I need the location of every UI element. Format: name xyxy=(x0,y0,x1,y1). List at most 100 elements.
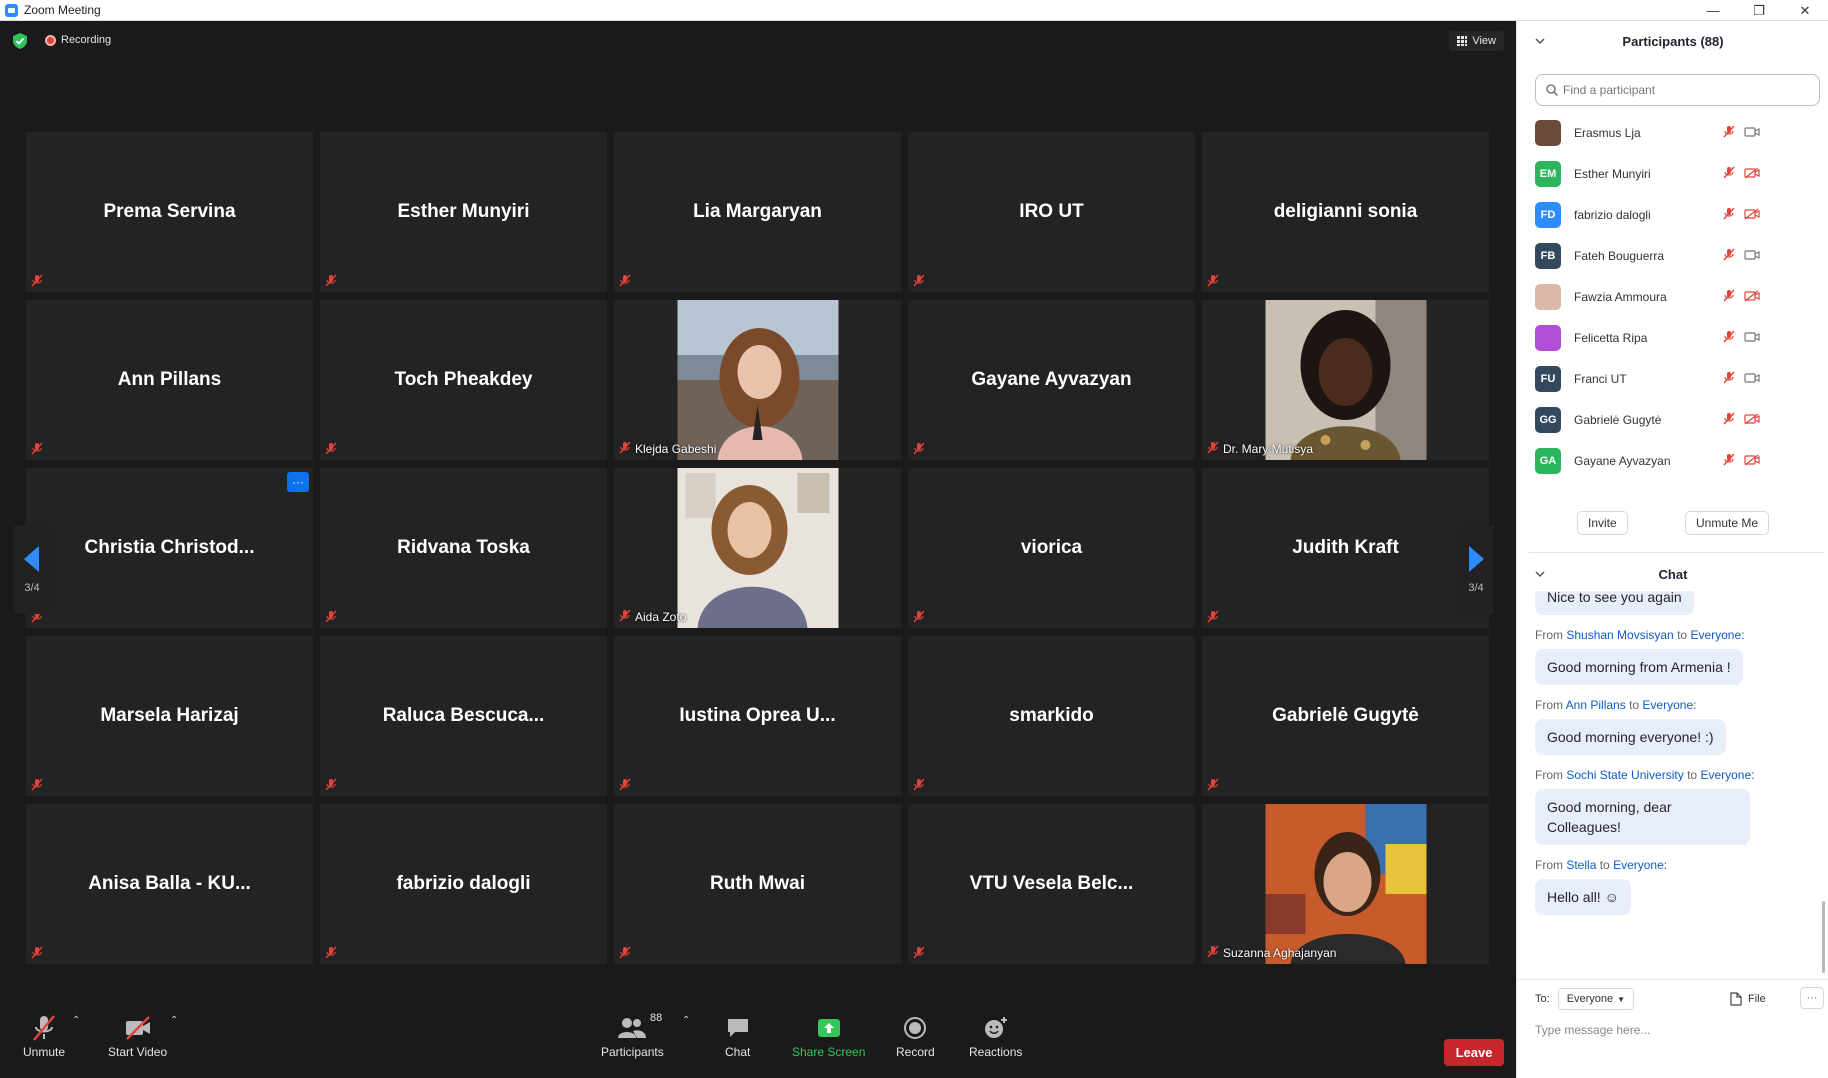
mic-muted-icon[interactable] xyxy=(1723,371,1735,389)
mic-muted-icon[interactable] xyxy=(1723,453,1735,471)
video-tile[interactable]: Judith Kraft xyxy=(1202,468,1489,628)
video-options-caret-icon[interactable]: ⌃ xyxy=(170,1015,178,1026)
video-tile[interactable]: Toch Pheakdey xyxy=(320,300,607,460)
chat-message-input[interactable] xyxy=(1535,1018,1815,1042)
unmute-button[interactable]: Unmute xyxy=(23,1013,65,1059)
participant-row[interactable] xyxy=(1517,481,1828,489)
participant-name: Esther Munyiri xyxy=(397,201,530,222)
leave-button[interactable]: Leave xyxy=(1444,1039,1504,1066)
video-tile[interactable]: Ruth Mwai xyxy=(614,804,901,964)
video-tile[interactable]: Ann Pillans xyxy=(26,300,313,460)
unmute-me-button[interactable]: Unmute Me xyxy=(1685,511,1770,535)
mic-muted-icon[interactable] xyxy=(1723,289,1735,307)
view-button[interactable]: View xyxy=(1449,31,1504,51)
participant-row[interactable]: FB Fateh Bouguerra xyxy=(1517,235,1828,276)
chat-messages-inner: Nice to see you again From Shushan Movsis… xyxy=(1517,591,1828,915)
participant-row[interactable]: GG Gabrielė Gugytė xyxy=(1517,399,1828,440)
recipient-name[interactable]: Everyone: xyxy=(1690,628,1744,642)
from-word: From xyxy=(1535,698,1563,712)
file-label: File xyxy=(1748,993,1766,1005)
participant-row[interactable]: Fawzia Ammoura xyxy=(1517,276,1828,317)
chevron-down-icon[interactable] xyxy=(1535,569,1545,579)
previous-page-button[interactable]: 3/4 xyxy=(14,526,50,614)
video-tile[interactable]: VTU Vesela Belc... xyxy=(908,804,1195,964)
video-off-icon[interactable] xyxy=(1744,289,1760,307)
participant-row[interactable]: FU Franci UT xyxy=(1517,358,1828,399)
video-icon[interactable] xyxy=(1744,125,1760,143)
video-tile[interactable]: smarkido xyxy=(908,636,1195,796)
more-options-button[interactable]: ··· xyxy=(1800,987,1824,1009)
video-off-icon[interactable] xyxy=(1744,412,1760,430)
video-icon[interactable] xyxy=(1744,371,1760,389)
participant-row[interactable]: Erasmus Lja xyxy=(1517,112,1828,153)
recording-indicator[interactable]: Recording xyxy=(45,34,111,46)
divider xyxy=(1529,552,1825,553)
minimize-button[interactable]: — xyxy=(1690,0,1736,21)
video-tile[interactable]: Raluca Bescuca... xyxy=(320,636,607,796)
video-tile[interactable]: fabrizio dalogli xyxy=(320,804,607,964)
video-tile[interactable]: Christia Christod... ··· xyxy=(26,468,313,628)
tile-more-button[interactable]: ··· xyxy=(287,472,309,492)
reactions-button[interactable]: Reactions xyxy=(969,1013,1022,1059)
start-video-button[interactable]: Start Video xyxy=(108,1013,167,1059)
recipient-select[interactable]: Everyone ▼ xyxy=(1557,988,1635,1010)
recipient-name[interactable]: Everyone: xyxy=(1613,858,1667,872)
chat-button[interactable]: Chat xyxy=(725,1013,750,1059)
participant-name: IRO UT xyxy=(1019,201,1084,222)
file-button[interactable]: File xyxy=(1730,987,1766,1011)
chevron-down-icon[interactable] xyxy=(1535,36,1545,46)
sender-name[interactable]: Sochi State University xyxy=(1566,768,1683,782)
mic-muted-icon[interactable] xyxy=(1723,166,1735,184)
video-tile[interactable]: Ridvana Toska xyxy=(320,468,607,628)
recipient-name[interactable]: Everyone: xyxy=(1642,698,1696,712)
participants-options-caret-icon[interactable]: ⌃ xyxy=(682,1015,690,1026)
audio-options-caret-icon[interactable]: ⌃ xyxy=(72,1015,80,1026)
video-tile[interactable]: Suzanna Aghajanyan xyxy=(1202,804,1489,964)
security-shield-icon[interactable] xyxy=(13,33,27,49)
video-tile[interactable]: IRO UT xyxy=(908,132,1195,292)
mic-muted-icon xyxy=(1207,441,1223,457)
search-input[interactable] xyxy=(1563,83,1803,97)
recipient-name[interactable]: Everyone: xyxy=(1700,768,1754,782)
video-tile[interactable]: Esther Munyiri xyxy=(320,132,607,292)
chat-scrollbar[interactable] xyxy=(1822,901,1825,973)
video-tile[interactable]: Dr. Mary Mutisya xyxy=(1202,300,1489,460)
participant-row[interactable]: Felicetta Ripa xyxy=(1517,317,1828,358)
video-tile[interactable]: Marsela Harizaj xyxy=(26,636,313,796)
video-off-icon[interactable] xyxy=(1744,453,1760,471)
video-tile[interactable]: viorica xyxy=(908,468,1195,628)
invite-button[interactable]: Invite xyxy=(1577,511,1628,535)
video-tile[interactable]: Lia Margaryan xyxy=(614,132,901,292)
mic-muted-icon[interactable] xyxy=(1723,330,1735,348)
sender-name[interactable]: Ann Pillans xyxy=(1566,698,1626,712)
video-tile[interactable]: Prema Servina xyxy=(26,132,313,292)
video-tile[interactable]: Iustina Oprea U... xyxy=(614,636,901,796)
mic-muted-icon[interactable] xyxy=(1723,248,1735,266)
video-tile[interactable]: deligianni sonia xyxy=(1202,132,1489,292)
participant-row[interactable]: FD fabrizio dalogli xyxy=(1517,194,1828,235)
video-tile[interactable]: Klejda Gabeshi xyxy=(614,300,901,460)
video-tile[interactable]: Gayane Ayvazyan xyxy=(908,300,1195,460)
mic-muted-icon xyxy=(1207,945,1223,961)
share-screen-button[interactable]: Share Screen xyxy=(792,1013,865,1059)
participant-row[interactable]: EM Esther Munyiri xyxy=(1517,153,1828,194)
video-tile[interactable]: Aida Zoto xyxy=(614,468,901,628)
participant-row[interactable]: GA Gayane Ayvazyan xyxy=(1517,440,1828,481)
restore-button[interactable]: ❐ xyxy=(1736,0,1782,21)
sender-name[interactable]: Stella xyxy=(1566,858,1596,872)
video-icon[interactable] xyxy=(1744,330,1760,348)
video-off-icon[interactable] xyxy=(1744,207,1760,225)
sender-name[interactable]: Shushan Movsisyan xyxy=(1566,628,1673,642)
mic-muted-icon[interactable] xyxy=(1723,412,1735,430)
next-page-button[interactable]: 3/4 xyxy=(1458,526,1494,614)
close-button[interactable]: ✕ xyxy=(1782,0,1828,21)
mic-muted-icon[interactable] xyxy=(1723,125,1735,143)
video-icon[interactable] xyxy=(1744,248,1760,266)
video-off-icon[interactable] xyxy=(1744,166,1760,184)
participant-name: Anisa Balla - KU... xyxy=(88,873,251,894)
video-tile[interactable]: Anisa Balla - KU... xyxy=(26,804,313,964)
mic-muted-icon[interactable] xyxy=(1723,207,1735,225)
record-button[interactable]: Record xyxy=(896,1013,935,1059)
video-tile[interactable]: Gabrielė Gugytė xyxy=(1202,636,1489,796)
participant-name-label: Dr. Mary Mutisya xyxy=(1207,441,1313,457)
